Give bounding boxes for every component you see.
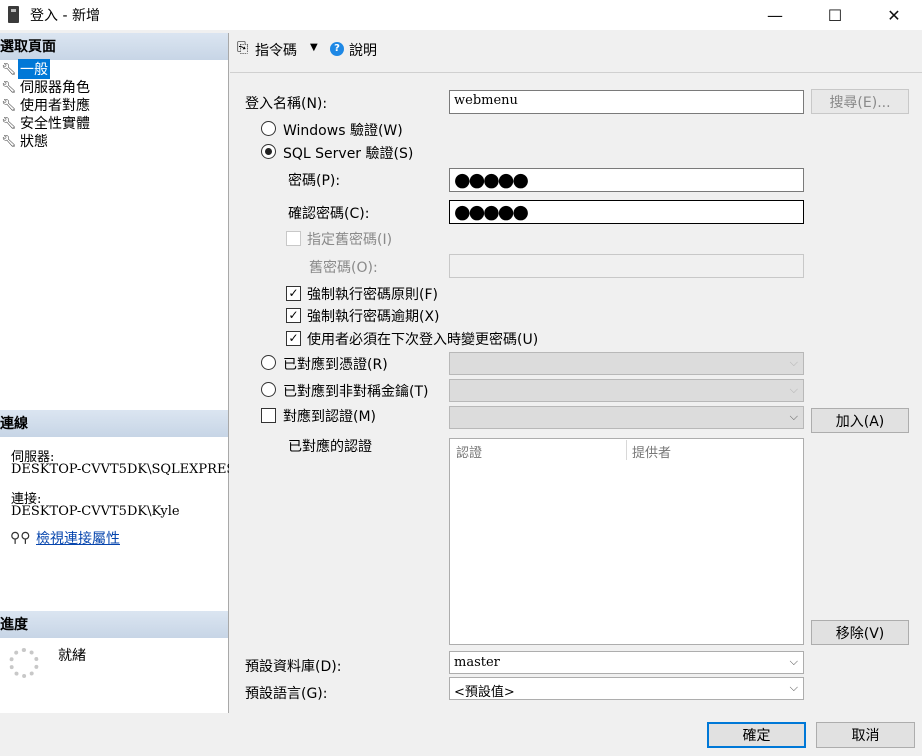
maximize-button[interactable]: ☐ xyxy=(812,0,858,30)
page-item-server-roles[interactable]: 🔧︎ 伺服器角色 xyxy=(0,78,92,96)
wrench-icon: 🔧︎ xyxy=(1,80,17,94)
progress-status: 就緒 xyxy=(58,648,86,664)
column-divider xyxy=(626,440,627,460)
mapped-credentials-label: 已對應的認證 xyxy=(288,439,372,455)
wrench-icon: 🔧︎ xyxy=(1,62,17,76)
page-item-general[interactable]: 🔧︎ 一般 xyxy=(0,59,50,79)
ok-button[interactable]: 確定 xyxy=(707,722,806,748)
old-password-input[interactable] xyxy=(449,254,804,278)
enforce-policy-label: 強制執行密碼原則(F) xyxy=(307,287,438,303)
sql-auth-radio[interactable] xyxy=(261,144,276,159)
wrench-icon: 🔧︎ xyxy=(1,98,17,112)
page-item-label: 安全性實體 xyxy=(20,116,90,132)
old-password-label: 舊密碼(O): xyxy=(309,260,378,276)
column-header-credential[interactable]: 認證 xyxy=(456,442,482,461)
script-icon[interactable]: ⎘ xyxy=(237,40,248,56)
asym-key-mapped-radio[interactable] xyxy=(261,382,276,397)
chevron-down-icon: ⌵ xyxy=(789,356,798,369)
asym-key-mapped-label: 已對應到非對稱金鑰(T) xyxy=(283,384,429,400)
script-dropdown-arrow-icon[interactable]: ▼ xyxy=(310,42,318,53)
enforce-expiration-label: 強制執行密碼逾期(X) xyxy=(307,309,440,325)
page-item-label: 伺服器角色 xyxy=(20,80,90,96)
login-name-input[interactable]: webmenu xyxy=(449,90,804,114)
server-value: DESKTOP-CVVT5DK\SQLEXPRESS xyxy=(11,462,229,477)
page-item-label: 使用者對應 xyxy=(20,98,90,114)
window-title: 登入 - 新增 xyxy=(30,8,100,24)
specify-old-password-label: 指定舊密碼(I) xyxy=(307,232,393,248)
page-item-user-mapping[interactable]: 🔧︎ 使用者對應 xyxy=(0,96,92,114)
chevron-down-icon: ⌵ xyxy=(789,655,798,668)
chevron-down-icon: ⌵ xyxy=(789,383,798,396)
map-credential-label: 對應到認證(M) xyxy=(283,409,377,425)
specify-old-password-checkbox[interactable] xyxy=(286,231,301,246)
page-item-label: 狀態 xyxy=(20,134,48,150)
minimize-button[interactable]: — xyxy=(752,0,798,30)
sql-auth-label: SQL Server 驗證(S) xyxy=(283,146,414,162)
credential-select[interactable]: ⌵ xyxy=(449,406,804,429)
default-database-select[interactable]: master ⌵ xyxy=(449,651,804,674)
map-credential-checkbox[interactable] xyxy=(261,408,276,423)
confirm-password-input[interactable]: ●●●●● xyxy=(449,200,804,224)
app-icon xyxy=(8,6,19,23)
default-language-value: <預設值> xyxy=(454,685,515,700)
page-item-securables[interactable]: 🔧︎ 安全性實體 xyxy=(0,114,92,132)
progress-spinner-icon xyxy=(9,648,39,678)
page-item-status[interactable]: 🔧︎ 狀態 xyxy=(0,132,50,150)
password-label: 密碼(P): xyxy=(288,173,341,189)
enforce-expiration-checkbox[interactable]: ✓ xyxy=(286,308,301,323)
must-change-label: 使用者必須在下次登入時變更密碼(U) xyxy=(307,332,539,348)
default-database-value: master xyxy=(454,655,500,670)
add-credential-button[interactable]: 加入(A) xyxy=(811,408,909,433)
mapped-credentials-list[interactable] xyxy=(449,438,804,645)
certificate-select[interactable]: ⌵ xyxy=(449,352,804,375)
windows-auth-radio[interactable] xyxy=(261,121,276,136)
confirm-password-label: 確認密碼(C): xyxy=(288,206,370,222)
login-name-label: 登入名稱(N): xyxy=(245,96,328,112)
column-header-provider[interactable]: 提供者 xyxy=(632,442,671,461)
help-button[interactable]: 說明 xyxy=(349,40,377,60)
cancel-button[interactable]: 取消 xyxy=(816,722,915,748)
view-connection-properties-link[interactable]: 檢視連接屬性 xyxy=(36,528,120,548)
default-language-label: 預設語言(G): xyxy=(245,686,328,702)
connection-properties-icon: ⚲⚲ xyxy=(10,530,31,546)
asymmetric-key-select[interactable]: ⌵ xyxy=(449,379,804,402)
cert-mapped-label: 已對應到憑證(R) xyxy=(283,357,388,373)
chevron-down-icon: ⌵ xyxy=(789,681,798,694)
remove-credential-button[interactable]: 移除(V) xyxy=(811,620,909,645)
connection-header: 連線 xyxy=(0,410,228,437)
help-icon[interactable]: ? xyxy=(330,42,344,56)
search-button[interactable]: 搜尋(E)... xyxy=(811,89,909,114)
script-button[interactable]: 指令碼 xyxy=(255,40,297,60)
default-database-label: 預設資料庫(D): xyxy=(245,659,342,675)
progress-header: 進度 xyxy=(0,611,228,638)
cert-mapped-radio[interactable] xyxy=(261,355,276,370)
windows-auth-label: Windows 驗證(W) xyxy=(283,123,403,139)
close-button[interactable]: ✕ xyxy=(871,0,917,30)
default-language-select[interactable]: <預設值> ⌵ xyxy=(449,677,804,700)
must-change-checkbox[interactable]: ✓ xyxy=(286,331,301,346)
select-page-header: 選取頁面 xyxy=(0,33,228,60)
wrench-icon: 🔧︎ xyxy=(1,116,17,130)
connection-value: DESKTOP-CVVT5DK\Kyle xyxy=(11,504,180,519)
password-input[interactable]: ●●●●● xyxy=(449,168,804,192)
chevron-down-icon: ⌵ xyxy=(789,410,798,423)
enforce-policy-checkbox[interactable]: ✓ xyxy=(286,286,301,301)
wrench-icon: 🔧︎ xyxy=(1,134,17,148)
page-item-label: 一般 xyxy=(18,59,50,79)
